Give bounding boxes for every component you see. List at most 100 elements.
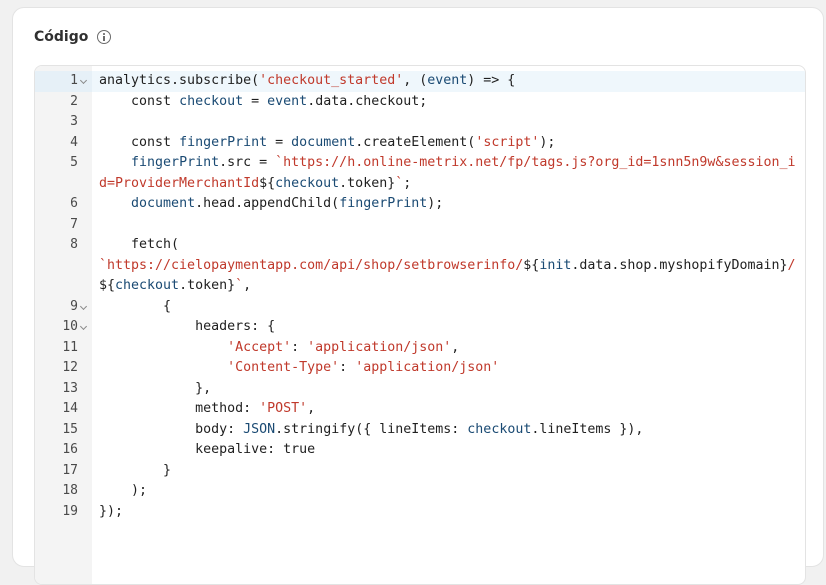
- info-circle-icon[interactable]: [97, 30, 112, 44]
- code-token: );: [427, 196, 444, 211]
- code-token: .head.appendChild(: [195, 196, 340, 211]
- line-number-cell: 4: [35, 133, 92, 154]
- code-token: ;: [403, 175, 412, 191]
- code-token: =: [267, 134, 292, 150]
- code-token: 'Accept': [227, 339, 292, 355]
- line-number-cell: 15: [35, 420, 92, 441]
- line-number-cell: 10: [35, 317, 92, 338]
- card-header: Código: [34, 28, 112, 46]
- code-token: :: [291, 339, 308, 355]
- code-token: ) => {: [467, 73, 516, 88]
- line-number-cell: 9: [35, 297, 92, 318]
- code-line[interactable]: 16 keepalive: true: [35, 440, 805, 461]
- code-token: `: [235, 278, 244, 293]
- line-number: 13: [62, 380, 78, 396]
- code-token: ,: [307, 401, 316, 416]
- code-token: .data.checkout;: [307, 93, 428, 109]
- line-number-cell: 13: [35, 379, 92, 400]
- code-line[interactable]: 5 fingerPrint.src = `https://h.online-me…: [35, 153, 805, 194]
- code-token: event: [427, 73, 468, 88]
- code-line[interactable]: 11 'Accept': 'application/json',: [35, 338, 805, 359]
- code-line[interactable]: 15 body: JSON.stringify({ lineItems: che…: [35, 420, 805, 441]
- code-text: fingerPrint.src = `https://h.online-metr…: [99, 153, 805, 194]
- code-token: event: [267, 93, 308, 109]
- code-token: });: [99, 503, 124, 519]
- code-token: .createElement(: [355, 134, 476, 150]
- line-number: 6: [70, 196, 78, 211]
- line-number: 1: [70, 73, 78, 88]
- code-token: }: [99, 462, 172, 478]
- line-number: 2: [70, 93, 78, 109]
- code-line[interactable]: 19});: [35, 502, 805, 523]
- code-text: analytics.subscribe('checkout_started', …: [99, 71, 805, 92]
- code-token: fingerPrint: [339, 196, 428, 211]
- code-token: 'Content-Type': [227, 360, 340, 375]
- code-token: 'script': [475, 134, 540, 150]
- line-number-cell: 2: [35, 92, 92, 113]
- code-text: 'Accept': 'application/json',: [99, 338, 805, 359]
- code-text: const fingerPrint = document.createEleme…: [99, 133, 805, 154]
- code-line[interactable]: 1 analytics.subscribe('checkout_started',…: [35, 71, 805, 92]
- line-number-cell: 6: [35, 194, 92, 215]
- line-number-cell: 3: [35, 112, 92, 133]
- code-token: .data.shop.myshopifyDomain}: [571, 257, 788, 273]
- line-number: 10: [62, 319, 78, 334]
- code-token: fetch(: [131, 237, 180, 252]
- code-text: body: JSON.stringify({ lineItems: checko…: [99, 420, 805, 441]
- code-text: });: [99, 502, 805, 523]
- code-line[interactable]: 2 const checkout = event.data.checkout;: [35, 92, 805, 113]
- code-line[interactable]: 14 method: 'POST',: [35, 399, 805, 420]
- line-number-cell: 18: [35, 481, 92, 502]
- code-text: const checkout = event.data.checkout;: [99, 92, 805, 113]
- code-text: },: [99, 379, 805, 400]
- code-text: keepalive: true: [99, 440, 805, 461]
- code-text: 'Content-Type': 'application/json': [99, 358, 805, 379]
- code-token: },: [99, 380, 212, 396]
- code-line[interactable]: 13 },: [35, 379, 805, 400]
- code-token: JSON: [243, 421, 276, 437]
- fold-chevron-icon[interactable]: [79, 302, 88, 310]
- line-number: 16: [62, 442, 78, 457]
- line-number: 15: [62, 421, 78, 437]
- code-line[interactable]: 12 'Content-Type': 'application/json': [35, 358, 805, 379]
- code-token: document: [291, 134, 356, 150]
- code-token: ${: [99, 278, 116, 293]
- code-token: /: [787, 257, 796, 273]
- code-token: const: [99, 93, 180, 109]
- code-token: checkout: [179, 93, 244, 109]
- code-text: fetch( `https://cielopaymentapp.com/api/…: [99, 235, 805, 297]
- code-line[interactable]: 8 fetch( `https://cielopaymentapp.com/ap…: [35, 235, 805, 297]
- code-line[interactable]: 3​: [35, 112, 805, 133]
- code-token: );: [539, 134, 556, 150]
- code-line[interactable]: 17 }: [35, 461, 805, 482]
- code-line[interactable]: 10 headers: {: [35, 317, 805, 338]
- code-token: .stringify({ lineItems:: [275, 421, 468, 437]
- fold-chevron-icon[interactable]: [79, 76, 88, 85]
- code-editor[interactable]: 1 analytics.subscribe('checkout_started',…: [34, 65, 806, 585]
- code-lines[interactable]: 1 analytics.subscribe('checkout_started',…: [35, 71, 805, 522]
- code-line[interactable]: 9 {: [35, 297, 805, 318]
- code-token: , (: [403, 73, 428, 88]
- line-number-cell: 7: [35, 215, 92, 236]
- line-number: 17: [62, 462, 78, 478]
- code-token: checkout: [467, 421, 532, 437]
- code-token: analytics.subscribe(: [99, 73, 260, 88]
- code-token: const: [99, 134, 180, 150]
- code-token: {: [99, 298, 172, 314]
- code-line[interactable]: 6 document.head.appendChild(fingerPrint)…: [35, 194, 805, 215]
- code-token: );: [99, 483, 148, 498]
- code-text: method: 'POST',: [99, 399, 805, 420]
- code-token: checkout: [275, 175, 340, 191]
- code-text: headers: {: [99, 317, 805, 338]
- line-number: 5: [70, 155, 78, 170]
- line-number: 3: [70, 114, 78, 129]
- code-line[interactable]: 7​: [35, 215, 805, 236]
- code-line[interactable]: 18 );: [35, 481, 805, 502]
- fold-chevron-icon[interactable]: [79, 322, 88, 331]
- code-text: );: [99, 481, 805, 502]
- code-token: init: [539, 257, 572, 273]
- code-token: checkout: [115, 278, 180, 293]
- code-line[interactable]: 4 const fingerPrint = document.createEle…: [35, 133, 805, 154]
- code-token: ,: [451, 339, 460, 355]
